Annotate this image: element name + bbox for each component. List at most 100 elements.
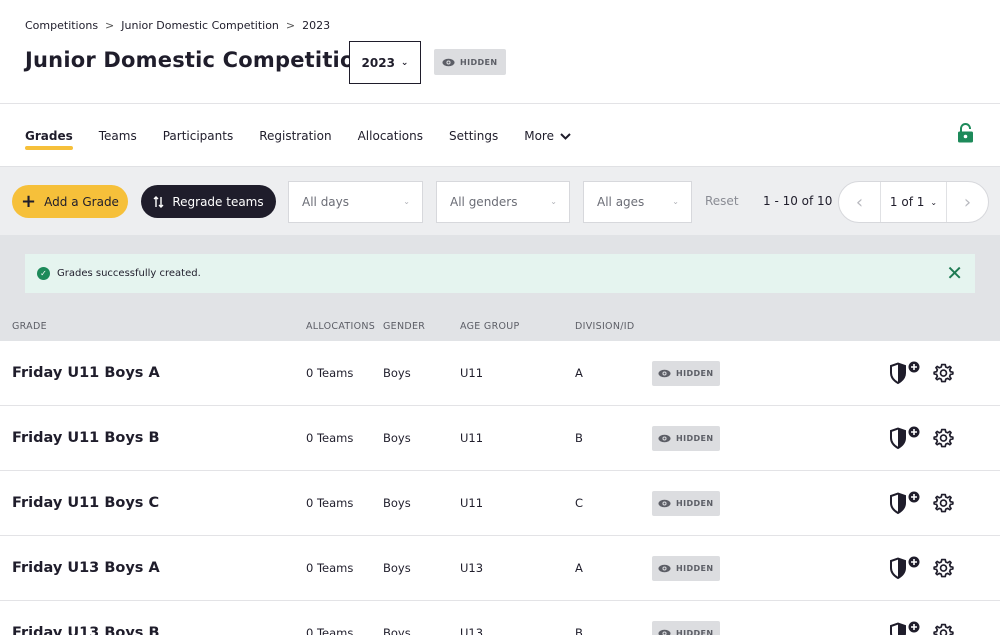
chevron-down-icon: ⌄ <box>400 57 409 68</box>
grade-age-group: U13 <box>460 626 484 635</box>
grade-age-group: U11 <box>460 366 484 380</box>
grade-allocations: 0 Teams <box>306 626 354 635</box>
gear-icon <box>933 493 954 512</box>
add-grade-label: Add a Grade <box>44 194 119 209</box>
previous-page-button[interactable]: ‹ <box>839 182 880 222</box>
shield-plus-icon <box>890 491 920 515</box>
page-title: Junior Domestic Competition <box>25 48 370 72</box>
header-divider <box>0 103 1000 104</box>
check-circle-icon: ✓ <box>37 267 50 280</box>
table-row[interactable]: Friday U13 Boys B 0 Teams Boys U13 B HID… <box>0 601 1000 635</box>
table-row[interactable]: Friday U11 Boys A 0 Teams Boys U11 A HID… <box>0 341 1000 406</box>
grade-division: B <box>575 626 583 635</box>
reset-filters-button[interactable]: Reset <box>705 194 739 208</box>
grade-gender: Boys <box>383 561 411 575</box>
grade-division: C <box>575 496 584 510</box>
grade-allocations: 0 Teams <box>306 366 354 380</box>
tab-more[interactable]: More <box>524 125 571 147</box>
status-badge-label: HIDDEN <box>676 433 714 443</box>
pagination: ‹ 1 of 1 ⌄ › <box>838 181 989 223</box>
add-grade-button[interactable]: + Add a Grade <box>12 185 128 218</box>
grade-status: HIDDEN <box>652 536 720 600</box>
grade-division: B <box>575 431 583 445</box>
grade-name[interactable]: Friday U13 Boys A <box>12 536 160 600</box>
grade-gender: Boys <box>383 626 411 635</box>
breadcrumb-competitions[interactable]: Competitions <box>25 19 98 32</box>
grade-settings-button[interactable] <box>933 601 954 635</box>
grade-name[interactable]: Friday U11 Boys C <box>12 471 159 535</box>
genders-filter-select[interactable]: All genders ⌄ <box>436 181 570 223</box>
ages-filter-select[interactable]: All ages ⌄ <box>583 181 692 223</box>
status-badge: HIDDEN <box>652 490 720 516</box>
tab-registration[interactable]: Registration <box>259 125 331 147</box>
next-page-button[interactable]: › <box>947 182 988 222</box>
eye-icon <box>442 58 455 66</box>
grade-settings-button[interactable] <box>933 471 954 535</box>
shield-plus-icon <box>890 621 920 635</box>
chevron-left-icon: ‹ <box>855 191 864 213</box>
grade-allocations: 0 Teams <box>306 561 354 575</box>
eye-icon <box>658 434 671 442</box>
lock-icon[interactable] <box>957 123 974 143</box>
add-team-shield-button[interactable] <box>888 536 922 600</box>
days-filter-select[interactable]: All days ⌄ <box>288 181 423 223</box>
grade-gender: Boys <box>383 431 411 445</box>
gear-icon <box>933 623 954 635</box>
status-badge: HIDDEN <box>652 555 720 581</box>
eye-icon <box>658 499 671 507</box>
eye-icon <box>658 629 671 635</box>
year-select-value: 2023 <box>361 55 395 70</box>
breadcrumb-competition[interactable]: Junior Domestic Competition <box>121 19 279 32</box>
breadcrumb-separator: > <box>105 19 115 32</box>
chevron-down-icon: ⌄ <box>930 197 938 207</box>
tab-participants[interactable]: Participants <box>163 125 234 147</box>
gear-icon <box>933 428 954 447</box>
tab-label: Allocations <box>357 129 424 143</box>
grade-gender: Boys <box>383 366 411 380</box>
add-team-shield-button[interactable] <box>888 601 922 635</box>
grade-age-group: U11 <box>460 431 484 445</box>
grade-gender: Boys <box>383 496 411 510</box>
table-row[interactable]: Friday U11 Boys C 0 Teams Boys U11 C HID… <box>0 471 1000 536</box>
grade-allocations: 0 Teams <box>306 431 354 445</box>
regrade-teams-label: Regrade teams <box>172 194 264 209</box>
tab-allocations[interactable]: Allocations <box>358 125 423 147</box>
grade-name[interactable]: Friday U11 Boys B <box>12 406 160 470</box>
grade-name[interactable]: Friday U13 Boys B <box>12 601 160 635</box>
breadcrumb-year: 2023 <box>302 19 331 32</box>
breadcrumb-separator: > <box>285 19 296 32</box>
tab-label: Teams <box>98 129 137 143</box>
column-header-gender: GENDER <box>383 321 426 332</box>
year-select[interactable]: 2023 ⌄ <box>349 41 421 84</box>
tab-label: More <box>524 129 554 143</box>
grade-age-group: U13 <box>460 561 484 575</box>
page-select[interactable]: 1 of 1 ⌄ <box>880 182 947 222</box>
tab-grades[interactable]: Grades <box>25 125 73 150</box>
tab-label: Registration <box>259 129 332 143</box>
tab-label: Participants <box>162 129 234 143</box>
close-icon[interactable]: ✕ <box>946 263 963 283</box>
add-team-shield-button[interactable] <box>888 406 922 470</box>
grade-settings-button[interactable] <box>933 536 954 600</box>
regrade-teams-button[interactable]: Regrade teams <box>141 185 276 218</box>
eye-icon <box>658 369 671 377</box>
grade-status: HIDDEN <box>652 601 720 635</box>
visibility-badge-label: HIDDEN <box>460 57 498 67</box>
grade-allocations: 0 Teams <box>306 496 354 510</box>
add-team-shield-button[interactable] <box>888 341 922 405</box>
gear-icon <box>933 558 954 577</box>
add-team-shield-button[interactable] <box>888 471 922 535</box>
table-row[interactable]: Friday U13 Boys A 0 Teams Boys U13 A HID… <box>0 536 1000 601</box>
chevron-down-icon <box>560 132 571 140</box>
tab-settings[interactable]: Settings <box>449 125 498 147</box>
tab-label: Grades <box>25 129 73 143</box>
grade-name[interactable]: Friday U11 Boys A <box>12 341 160 405</box>
shield-plus-icon <box>890 556 920 580</box>
status-badge-label: HIDDEN <box>676 563 714 573</box>
grade-settings-button[interactable] <box>933 341 954 405</box>
table-row[interactable]: Friday U11 Boys B 0 Teams Boys U11 B HID… <box>0 406 1000 471</box>
grade-settings-button[interactable] <box>933 406 954 470</box>
tab-teams[interactable]: Teams <box>99 125 137 147</box>
chevron-down-icon: ⌄ <box>672 197 679 206</box>
ages-filter-value: All ages <box>597 195 645 209</box>
